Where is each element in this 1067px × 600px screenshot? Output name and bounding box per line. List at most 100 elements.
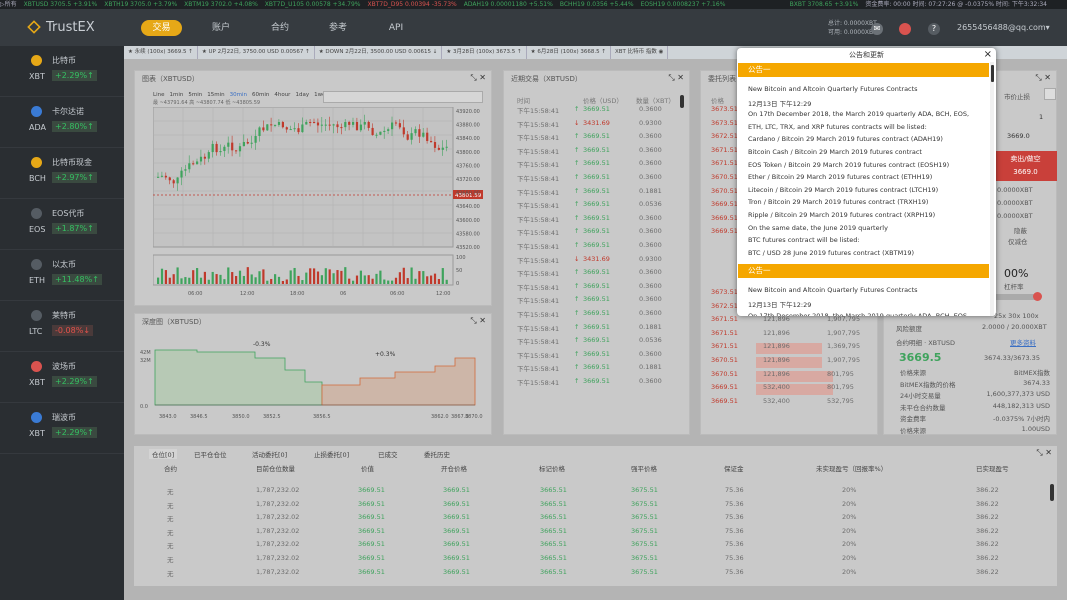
- position-tab[interactable]: 止损委托[0]: [314, 449, 349, 459]
- order-panel-controls[interactable]: ⤡ ✕: [1035, 73, 1051, 83]
- logo[interactable]: TrustEX: [27, 20, 95, 35]
- trade-time: 下午15:58:41: [517, 161, 560, 170]
- trade-price: 3669.51: [583, 159, 610, 168]
- position-tab[interactable]: 仓位[0]: [149, 449, 178, 459]
- trade-qty: 0.3600: [639, 295, 662, 304]
- leverage-options[interactable]: 25x 30x 100x: [994, 312, 1039, 320]
- column-header[interactable]: 开仓价格: [441, 463, 467, 473]
- price-input[interactable]: 3669.0: [1007, 132, 1030, 140]
- hidden-option[interactable]: 隐蔽: [1014, 225, 1027, 235]
- candle: [316, 122, 320, 126]
- table-row[interactable]: 3671.51 121,896 1,907,795: [701, 315, 876, 329]
- ticker-item[interactable]: ADAH19 0.00001180 +5.51%: [464, 1, 553, 8]
- coin-item[interactable]: 莱特币 LTC -0.08%↓: [0, 301, 124, 352]
- candle: [328, 124, 331, 126]
- user-email[interactable]: 2655456488@qq.com▾: [957, 23, 1050, 32]
- table-row[interactable]: 3669.51 532,400 801,795: [701, 383, 876, 397]
- detail-value: 3674.33: [1023, 378, 1050, 387]
- close-icon[interactable]: ×: [984, 49, 992, 61]
- help-icon[interactable]: ?: [928, 23, 940, 35]
- panel-controls[interactable]: ⤡ ✕: [470, 73, 486, 83]
- stop-market-tab[interactable]: 市价止损: [1004, 91, 1030, 101]
- trades-panel-controls[interactable]: ⤡ ✕: [668, 73, 684, 83]
- coin-item[interactable]: 以太币 ETH +11.48%↑: [0, 250, 124, 301]
- coin-item[interactable]: 比特币现金 BCH +2.97%↑: [0, 148, 124, 199]
- modal-scroll-thumb[interactable]: [991, 65, 994, 82]
- volume-bar: [426, 276, 429, 284]
- sell-short-button[interactable]: 卖出/做空 3669.0: [994, 151, 1057, 181]
- position-tab[interactable]: 委托历史: [424, 449, 450, 459]
- trade-qty: 0.1881: [639, 322, 662, 331]
- ticker-item[interactable]: BCHH19 0.0356 +5.44%: [560, 1, 634, 8]
- interval-option[interactable]: 60min: [252, 92, 269, 98]
- trade-time: 下午15:58:41: [517, 107, 560, 115]
- column-header[interactable]: 目前仓位数量: [256, 463, 295, 473]
- table-row[interactable]: 3669.51 532,400 532,795: [701, 397, 876, 411]
- instrument-tab[interactable]: ★ 3月28日 (100x) 3673.5 ↑: [442, 46, 527, 59]
- coin-item[interactable]: 比特币 XBT +2.29%↑: [0, 46, 124, 97]
- position-tab[interactable]: 活动委托[0]: [252, 449, 287, 459]
- candle: [348, 122, 351, 125]
- coin-item[interactable]: 瑞波币 XBT +2.29%↑: [0, 403, 124, 454]
- nav-reference[interactable]: 参考: [320, 20, 356, 36]
- instrument-tab[interactable]: ★ 6月28日 (100x) 3668.5 ↑: [527, 46, 611, 59]
- column-header[interactable]: 保证金: [724, 463, 744, 473]
- table-row[interactable]: 3671.51 121,896 1,369,795: [701, 342, 876, 356]
- coin-item[interactable]: 卡尔达诺 ADA +2.80%↑: [0, 97, 124, 148]
- positions-panel-controls[interactable]: ⤡ ✕: [1036, 448, 1052, 458]
- chart-toolbar[interactable]: [323, 91, 483, 103]
- interval-option[interactable]: 4hour: [274, 92, 290, 98]
- instrument-tab[interactable]: ★ DOWN 2月22日, 3500.00 USD 0.00615 ↓: [315, 46, 443, 59]
- quantity-input[interactable]: 1: [1039, 113, 1043, 121]
- candle: [414, 129, 417, 134]
- coin-item[interactable]: 波场币 XBT +2.29%↑: [0, 352, 124, 403]
- coin-item[interactable]: EOS代币 EOS +1.87%↑: [0, 199, 124, 250]
- instrument-tab[interactable]: ★ UP 2月22日, 3750.00 USD 0.00567 ↑: [198, 46, 315, 59]
- language-flag-icon[interactable]: [899, 23, 911, 35]
- position-tab[interactable]: 已成交: [378, 449, 398, 459]
- depth-chart[interactable]: -0.3% +0.3% 42M 32M 0.0 3843.0 3846.5 3850.0 385…: [135, 330, 491, 434]
- ticker-item[interactable]: XBTUSD 3705.5 +3.91%: [24, 1, 98, 8]
- candle: [344, 122, 347, 128]
- ticker-item[interactable]: XBT7D_D95 0.00394 -35.73%: [368, 1, 457, 8]
- modal-scroll-track[interactable]: [990, 62, 994, 316]
- reduce-only-option[interactable]: 仅减仓: [1008, 236, 1028, 246]
- nav-account[interactable]: 账户: [203, 20, 239, 36]
- ticker-item[interactable]: XBTM19 3702.0 +4.08%: [184, 1, 258, 8]
- table-row[interactable]: 3670.51 121,896 1,907,795: [701, 356, 876, 370]
- interval-option[interactable]: 15min: [207, 92, 224, 98]
- ticker-item[interactable]: EOSH19 0.0008237 +7.16%: [641, 1, 726, 8]
- table-row[interactable]: 3670.51 121,896 801,795: [701, 370, 876, 384]
- position-tab[interactable]: 已平仓仓位: [194, 449, 227, 459]
- interval-option[interactable]: 1day: [295, 92, 309, 98]
- column-header[interactable]: 已实现盈亏: [976, 463, 1009, 473]
- depth-panel-controls[interactable]: ⤡ ✕: [470, 316, 486, 326]
- ticker-item[interactable]: ▷所有: [0, 1, 17, 8]
- nav-trade[interactable]: 交易: [141, 20, 182, 36]
- depth-y-tick: 32M: [140, 358, 151, 364]
- add-button[interactable]: [1044, 88, 1056, 100]
- nav-api[interactable]: API: [378, 20, 414, 36]
- ticker-item[interactable]: XBT7D_U105 0.00578 +34.79%: [265, 1, 361, 8]
- table-cell: 无: [167, 556, 174, 564]
- column-header[interactable]: 标记价格: [539, 463, 565, 473]
- ticker-item[interactable]: XBTH19 3705.0 +3.79%: [104, 1, 177, 8]
- interval-option[interactable]: 1min: [169, 92, 183, 98]
- interval-option[interactable]: 5min: [188, 92, 202, 98]
- instrument-tab[interactable]: ★ 永续 (100x) 3669.5 ↑: [124, 46, 198, 59]
- nav-contracts[interactable]: 合约: [262, 20, 298, 36]
- column-header[interactable]: 强平价格: [631, 463, 657, 473]
- column-header[interactable]: 价值: [361, 463, 374, 473]
- interval-option[interactable]: Line: [153, 92, 164, 98]
- column-header[interactable]: 未实现盈亏（回报率%）: [816, 463, 887, 473]
- instrument-tab[interactable]: XBT 比特币 指数 ◉: [611, 46, 669, 59]
- more-info-link[interactable]: 更多资料: [1010, 337, 1036, 347]
- column-header[interactable]: 合约: [164, 463, 177, 473]
- interval-option[interactable]: 30min: [230, 92, 247, 98]
- candle: [199, 156, 203, 162]
- candle: [227, 142, 230, 147]
- candlestick-chart[interactable]: 43801.5943920.0043880.0043840.0043800.00…: [153, 107, 491, 303]
- positions-scrollbar[interactable]: [1050, 484, 1054, 501]
- bell-icon[interactable]: ✉: [871, 23, 883, 35]
- table-row[interactable]: 3671.51 121,896 1,907,795: [701, 329, 876, 343]
